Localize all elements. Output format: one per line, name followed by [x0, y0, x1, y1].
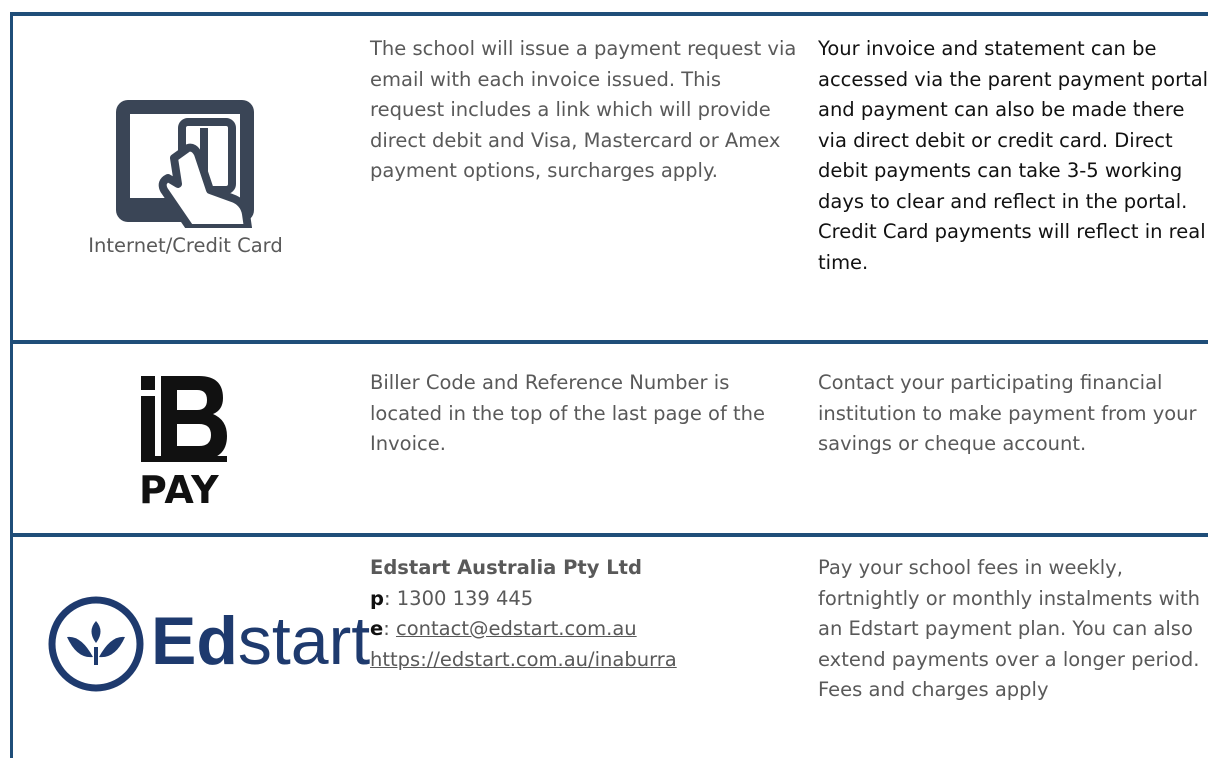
table-row-edstart: Edstart Edstart Australia Pty Ltd p: 130…: [13, 537, 1208, 758]
how-cell: The school will issue a payment request …: [370, 34, 800, 187]
details-cell: Your invoice and statement can be access…: [818, 34, 1208, 278]
phone-label: p: [370, 586, 384, 610]
edstart-logo: Edstart: [47, 595, 370, 695]
how-cell: Biller Code and Reference Number is loca…: [370, 368, 800, 460]
payment-methods-table: Internet/Credit Card The school will iss…: [0, 0, 1208, 758]
url-line: https://edstart.com.au/inaburra: [370, 645, 800, 676]
table-row-internet: Internet/Credit Card The school will iss…: [13, 16, 1208, 340]
method-cell: Internet/Credit Card: [13, 16, 358, 340]
email-line: e: contact@edstart.com.au: [370, 617, 637, 640]
edstart-logo-rest: start: [237, 603, 371, 679]
bpay-pay-text: PAY: [139, 468, 220, 512]
bpay-logo: PAY: [139, 372, 239, 512]
method-label: Internet/Credit Card: [88, 234, 283, 257]
company-name: Edstart Australia Pty Ltd: [370, 556, 642, 579]
bpay-b-icon: [141, 376, 227, 462]
tablet-card-hand-icon: [116, 100, 254, 228]
method-cell: Edstart: [13, 537, 370, 758]
table-row-bpay: PAY Biller Code and Reference Number is …: [13, 344, 1208, 533]
details-text: Pay your school fees in weekly, fortnigh…: [818, 556, 1201, 701]
edstart-leaf-icon: [48, 596, 144, 692]
how-cell: Edstart Australia Pty Ltd p: 1300 139 44…: [370, 553, 800, 675]
phone-line: p: 1300 139 445: [370, 586, 534, 610]
phone-number: 1300 139 445: [396, 586, 534, 610]
email-link[interactable]: contact@edstart.com.au: [396, 617, 637, 640]
how-text: Biller Code and Reference Number is loca…: [370, 371, 766, 455]
details-cell: Contact your participating financial ins…: [818, 368, 1208, 460]
how-text: The school will issue a payment request …: [370, 37, 797, 182]
edstart-logo-bold: Ed: [151, 603, 238, 679]
email-label: e: [370, 617, 384, 640]
details-cell: Pay your school fees in weekly, fortnigh…: [818, 553, 1208, 706]
details-text: Contact your participating financial ins…: [818, 371, 1197, 455]
details-text: Your invoice and statement can be access…: [818, 37, 1208, 274]
website-link[interactable]: https://edstart.com.au/inaburra: [370, 648, 677, 671]
method-cell: PAY: [13, 344, 358, 533]
